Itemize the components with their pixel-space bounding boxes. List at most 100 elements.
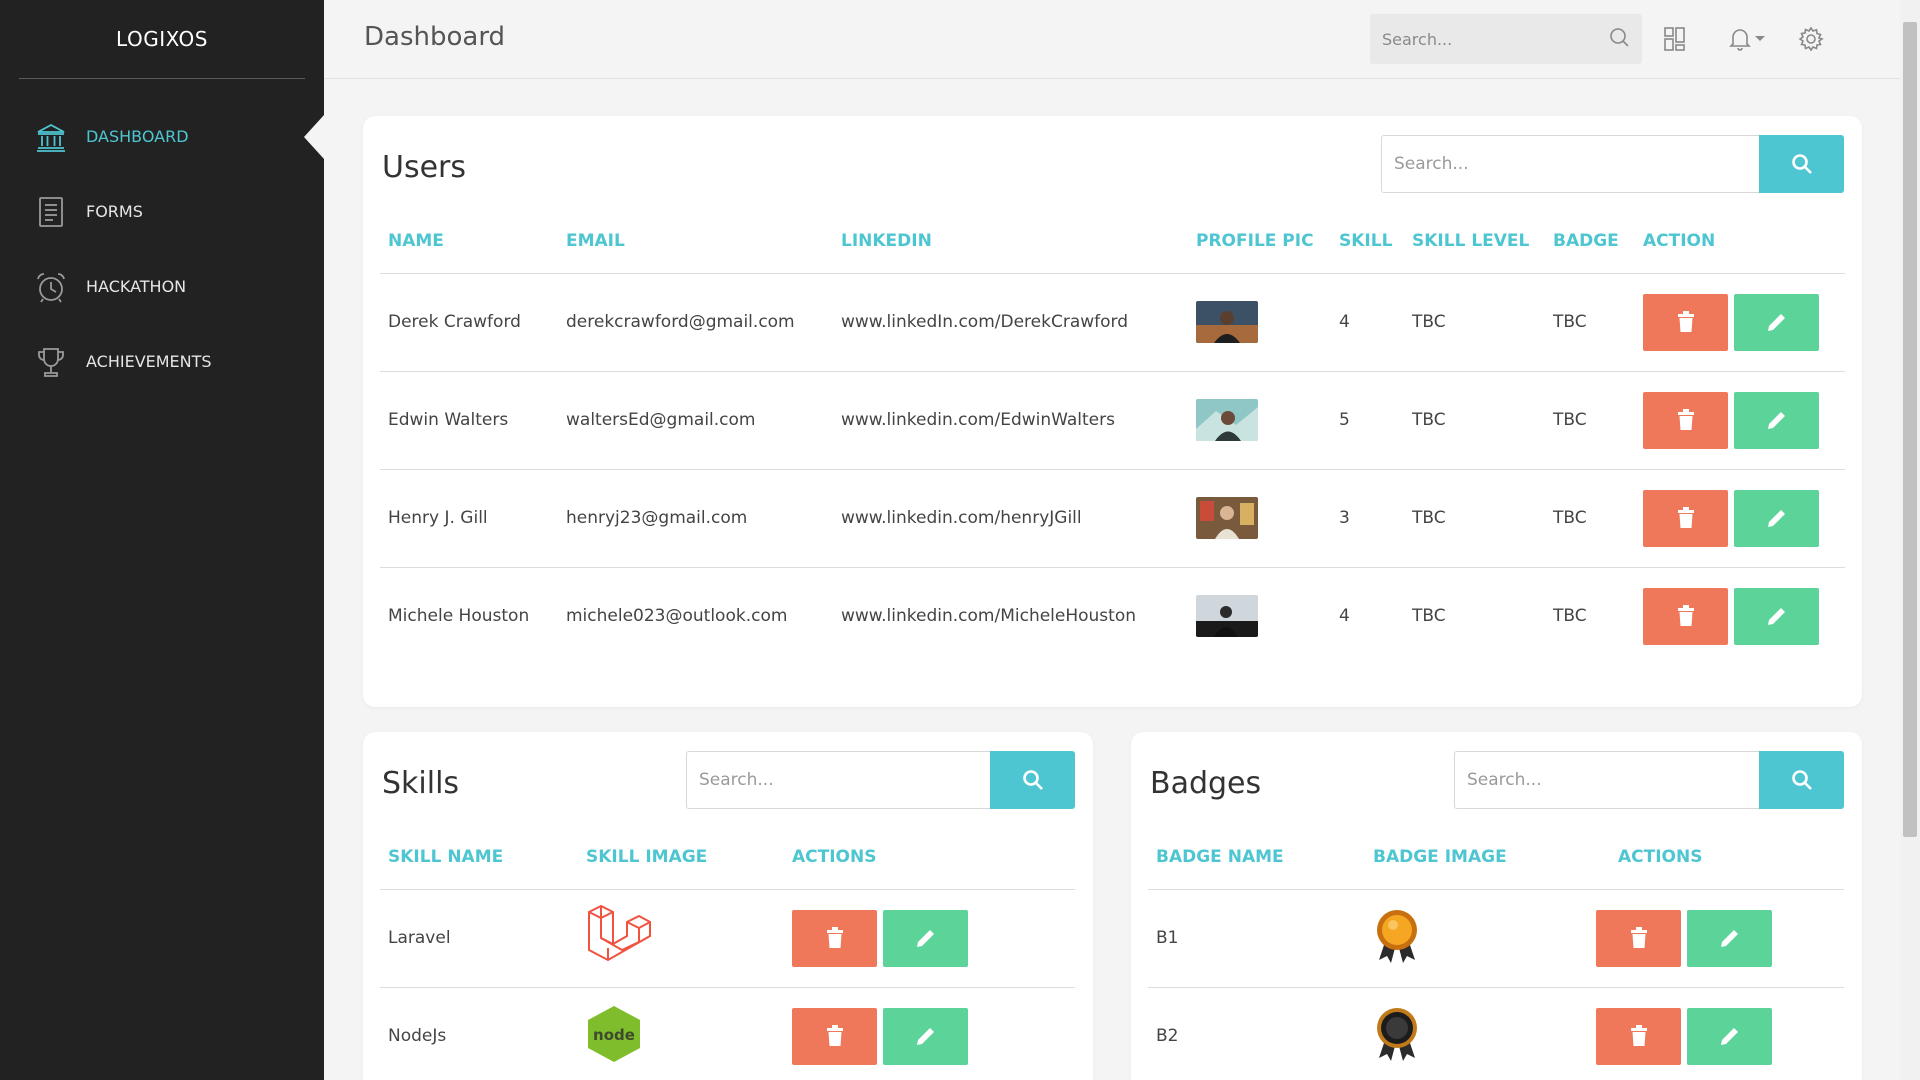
- edit-button[interactable]: [1734, 391, 1819, 449]
- top-search-box: [1370, 14, 1642, 64]
- page-scrollbar[interactable]: [1900, 0, 1920, 1080]
- edit-button[interactable]: [1734, 489, 1819, 547]
- laravel-logo: [588, 904, 651, 961]
- skill-image-cell: [578, 889, 784, 988]
- column-header[interactable]: BADGE: [1545, 210, 1635, 274]
- action-cell: [1588, 889, 1844, 988]
- sidebar-item-label: FORMS: [86, 202, 143, 221]
- user-linkedin[interactable]: www.linkedin.com/EdwinWalters: [833, 371, 1188, 470]
- column-header[interactable]: SKILL NAME: [380, 826, 578, 890]
- badge-image-cell: [1365, 889, 1588, 988]
- table-row: Derek Crawford derekcrawford@gmail.com w…: [380, 273, 1845, 372]
- column-header[interactable]: BADGE IMAGE: [1365, 826, 1588, 890]
- table-row: B1: [1148, 889, 1844, 988]
- sidebar-item-forms[interactable]: FORMS: [0, 174, 324, 249]
- user-badge: TBC: [1545, 469, 1635, 568]
- pencil-icon: [1720, 1028, 1738, 1046]
- top-search-input[interactable]: [1382, 29, 1608, 49]
- badge-name: B1: [1148, 889, 1365, 988]
- scrollbar-thumb[interactable]: [1903, 22, 1917, 837]
- search-icon: [1791, 770, 1812, 790]
- action-cell: [1635, 371, 1845, 470]
- edit-button[interactable]: [1734, 587, 1819, 645]
- column-header[interactable]: NAME: [380, 210, 558, 274]
- delete-button[interactable]: [1643, 489, 1728, 547]
- trash-icon: [1630, 1025, 1647, 1047]
- column-header[interactable]: LINKEDIN: [833, 210, 1188, 274]
- skill-name: NodeJs: [388, 1026, 447, 1047]
- brand-logo[interactable]: LOGIXOS: [19, 0, 305, 79]
- column-header[interactable]: ACTION: [1635, 210, 1845, 274]
- action-cell: [1635, 273, 1845, 372]
- delete-button[interactable]: [1596, 1007, 1681, 1065]
- alarm-clock-icon: [34, 270, 68, 304]
- column-header[interactable]: BADGE NAME: [1148, 826, 1365, 890]
- badges-table: BADGE NAME BADGE IMAGE ACTIONS B1 B2: [1148, 826, 1844, 1080]
- badges-search-button[interactable]: [1759, 751, 1844, 809]
- user-name: Derek Crawford: [380, 273, 558, 372]
- column-header[interactable]: ACTIONS: [784, 826, 1075, 890]
- badges-card: Badges BADGE NAME BADGE IMAGE ACTIONS B1: [1131, 732, 1862, 1080]
- edit-button[interactable]: [1734, 293, 1819, 351]
- layout-grid-icon[interactable]: [1660, 24, 1690, 54]
- table-row: Michele Houston michele023@outlook.com w…: [380, 567, 1845, 665]
- topbar: Dashboard: [324, 0, 1900, 79]
- skills-search-input[interactable]: [686, 751, 990, 809]
- sidebar-item-dashboard[interactable]: DASHBOARD: [0, 99, 324, 174]
- badges-search-input[interactable]: [1454, 751, 1759, 809]
- column-header[interactable]: PROFILE PIC: [1188, 210, 1331, 274]
- edit-button[interactable]: [883, 1007, 968, 1065]
- user-linkedin[interactable]: www.linkedin.com/henryJGill: [833, 469, 1188, 568]
- users-table: NAME EMAIL LINKEDIN PROFILE PIC SKILL SK…: [380, 210, 1845, 665]
- user-email: derekcrawford@gmail.com: [558, 273, 833, 372]
- user-email: henryj23@gmail.com: [558, 469, 833, 568]
- bank-icon: [34, 120, 68, 154]
- skills-card: Skills SKILL NAME SKILL IMAGE ACTIONS La…: [363, 732, 1093, 1080]
- user-skill-level: TBC: [1404, 273, 1545, 372]
- column-header[interactable]: EMAIL: [558, 210, 833, 274]
- caret-down-icon[interactable]: [1750, 24, 1770, 54]
- edit-button[interactable]: [1687, 1007, 1772, 1065]
- edit-button[interactable]: [883, 909, 968, 967]
- skills-search-button[interactable]: [990, 751, 1075, 809]
- edit-button[interactable]: [1687, 909, 1772, 967]
- delete-button[interactable]: [1643, 391, 1728, 449]
- column-header[interactable]: SKILL LEVEL: [1404, 210, 1545, 274]
- users-search-button[interactable]: [1759, 135, 1844, 193]
- user-linkedin[interactable]: www.linkedIn.com/DerekCrawford: [833, 273, 1188, 372]
- delete-button[interactable]: [1643, 587, 1728, 645]
- sidebar-item-achievements[interactable]: ACHIEVEMENTS: [0, 324, 324, 399]
- profile-pic-cell: [1188, 469, 1331, 568]
- sidebar-item-label: ACHIEVEMENTS: [86, 352, 212, 371]
- badge-image-cell: [1365, 987, 1588, 1080]
- delete-button[interactable]: [792, 909, 877, 967]
- user-linkedin[interactable]: www.linkedin.com/MicheleHouston: [833, 567, 1188, 665]
- action-cell: [784, 987, 1075, 1080]
- skills-search-group: [686, 751, 1075, 809]
- trash-icon: [1677, 311, 1694, 332]
- trash-icon: [1677, 409, 1694, 430]
- column-header[interactable]: SKILL IMAGE: [578, 826, 784, 890]
- trash-icon: [826, 927, 843, 948]
- delete-button[interactable]: [1596, 909, 1681, 967]
- sidebar-item-hackathon[interactable]: HACKATHON: [0, 249, 324, 324]
- user-skill-level: TBC: [1412, 606, 1446, 627]
- users-search-input[interactable]: [1381, 135, 1759, 193]
- action-cell: [1635, 567, 1845, 665]
- user-name: Michele Houston: [388, 606, 530, 627]
- column-header[interactable]: ACTIONS: [1588, 826, 1844, 890]
- profile-pic-cell: [1188, 273, 1331, 372]
- delete-button[interactable]: [792, 1007, 877, 1065]
- search-icon[interactable]: [1608, 26, 1630, 52]
- pencil-icon: [1720, 930, 1738, 947]
- gear-icon[interactable]: [1796, 24, 1826, 54]
- column-header[interactable]: SKILL: [1331, 210, 1404, 274]
- delete-button[interactable]: [1643, 293, 1728, 351]
- table-row: B2: [1148, 987, 1844, 1080]
- user-skill: 4: [1339, 606, 1350, 627]
- skill-image-cell: node: [578, 987, 784, 1080]
- page-title: Dashboard: [364, 22, 506, 52]
- trash-icon: [826, 1025, 843, 1047]
- user-badge: TBC: [1553, 606, 1587, 627]
- profile-pic-cell: [1188, 371, 1331, 470]
